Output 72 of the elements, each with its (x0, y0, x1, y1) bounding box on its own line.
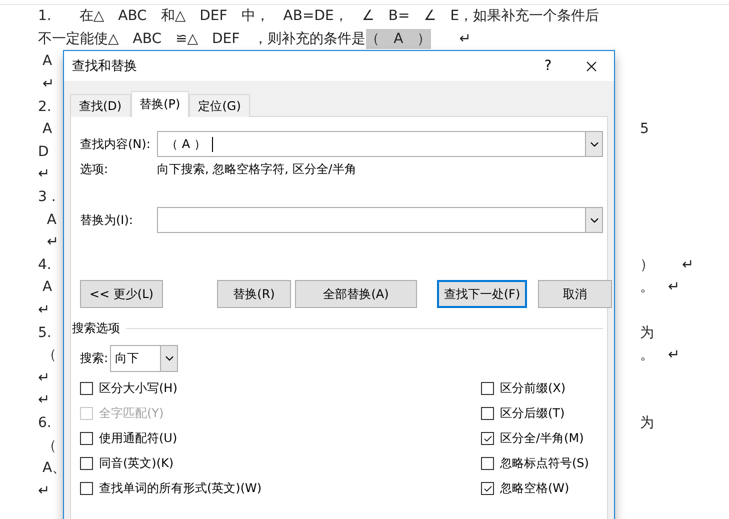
document-text: A (41, 278, 52, 298)
tab[interactable]: 查找(D) (70, 94, 131, 117)
search-direction-select[interactable]: 向下 (110, 345, 178, 372)
document-text: ↵ (46, 233, 59, 252)
document-text: 5 (640, 121, 649, 138)
checkbox[interactable] (80, 382, 93, 395)
document-text: A、 (41, 459, 66, 478)
find-what-field[interactable]: （ A ） (157, 131, 603, 157)
checkbox[interactable] (80, 432, 93, 445)
options-summary: 向下搜索, 忽略空格字符, 区分全/半角 (157, 161, 358, 178)
document-text: ↵ (458, 30, 471, 49)
checkbox-option[interactable]: 区分全/半角(M) (481, 426, 603, 451)
field-label: 搜索: (80, 350, 108, 367)
section-heading: 搜索选项 (72, 320, 120, 337)
checkbox-option[interactable]: 忽略空格(W) (481, 476, 603, 501)
document-text: ↵ (38, 165, 50, 184)
document-text: 不一定能使△ ABC ≌△ DEF ，则补充的条件是 (38, 30, 366, 49)
checkbox-option[interactable]: 区分前缀(X) (481, 376, 603, 401)
check-icon (482, 434, 492, 444)
document-text: ） ↵ (640, 256, 694, 274)
dropdown-button[interactable] (585, 208, 602, 232)
dialog-button[interactable]: << 更少(L) (80, 280, 163, 308)
checkbox-option[interactable]: 区分大小写(H) (80, 376, 481, 401)
checkbox-option[interactable]: 同音(英文)(K) (80, 451, 481, 476)
dialog-button[interactable]: 全部替换(A) (295, 280, 417, 308)
checkbox[interactable] (80, 482, 93, 495)
document-text: A (41, 120, 52, 140)
document-text: ↵ (41, 75, 54, 94)
check-icon (482, 484, 492, 494)
dropdown-button[interactable] (585, 132, 602, 156)
field-label: 替换为(I): (80, 212, 134, 228)
checkbox-option[interactable]: 忽略标点符号(S) (481, 451, 603, 476)
document-text: （ (41, 436, 56, 456)
document-text: ↵ (38, 368, 50, 388)
checkbox[interactable] (481, 382, 494, 395)
document-text: D (38, 142, 49, 162)
document-text: ↵ (38, 482, 50, 501)
document-text: 3 . (38, 188, 56, 208)
document-text: 为 (640, 414, 654, 432)
document-text: 。 ↵ (640, 346, 680, 364)
dialog-button[interactable]: 替换(R) (217, 280, 291, 308)
tab[interactable]: 替换(P) (130, 91, 190, 117)
document-text: ↵ (38, 301, 50, 320)
dialog-button[interactable]: 取消 (538, 280, 612, 308)
checkbox-option[interactable]: 区分后缀(T) (481, 401, 603, 426)
checkbox[interactable] (80, 457, 93, 470)
field-label: 查找内容(N): (80, 136, 152, 152)
checkbox[interactable] (481, 432, 494, 445)
highlighted-text: （ A ） (366, 28, 432, 49)
document-text: （ (41, 346, 56, 366)
document-text: A (46, 210, 56, 230)
checkbox[interactable] (481, 482, 494, 495)
document-text: 为 (640, 324, 654, 342)
document-text: 6. (38, 414, 52, 433)
replace-with-field[interactable] (157, 207, 603, 233)
text-cursor (212, 136, 213, 152)
document-text: 。 ↵ (640, 278, 680, 296)
document-text: 2. (38, 98, 52, 117)
document-text: ↵ (38, 391, 50, 410)
checkbox[interactable] (481, 457, 494, 470)
checkbox-option[interactable]: 使用通配符(U) (80, 426, 481, 451)
window-title: 查找和替换 (72, 58, 138, 75)
document-text: A (41, 52, 52, 72)
document-text: 4. (38, 256, 52, 275)
checkbox[interactable] (481, 407, 494, 420)
document-text: 5. (38, 324, 52, 343)
dialog-button[interactable]: 查找下一处(F) (437, 280, 527, 308)
document-text: 1. 在△ ABC 和△ DEF 中， AB=DE， ∠ B= ∠ E，如果补充一个条件后 (38, 7, 600, 26)
field-label: 选项: (80, 161, 110, 178)
tab[interactable]: 定位(G) (189, 94, 250, 117)
checkbox-option[interactable]: 查找单词的所有形式(英文)(W) (80, 476, 481, 501)
help-button[interactable]: ? (528, 51, 568, 81)
